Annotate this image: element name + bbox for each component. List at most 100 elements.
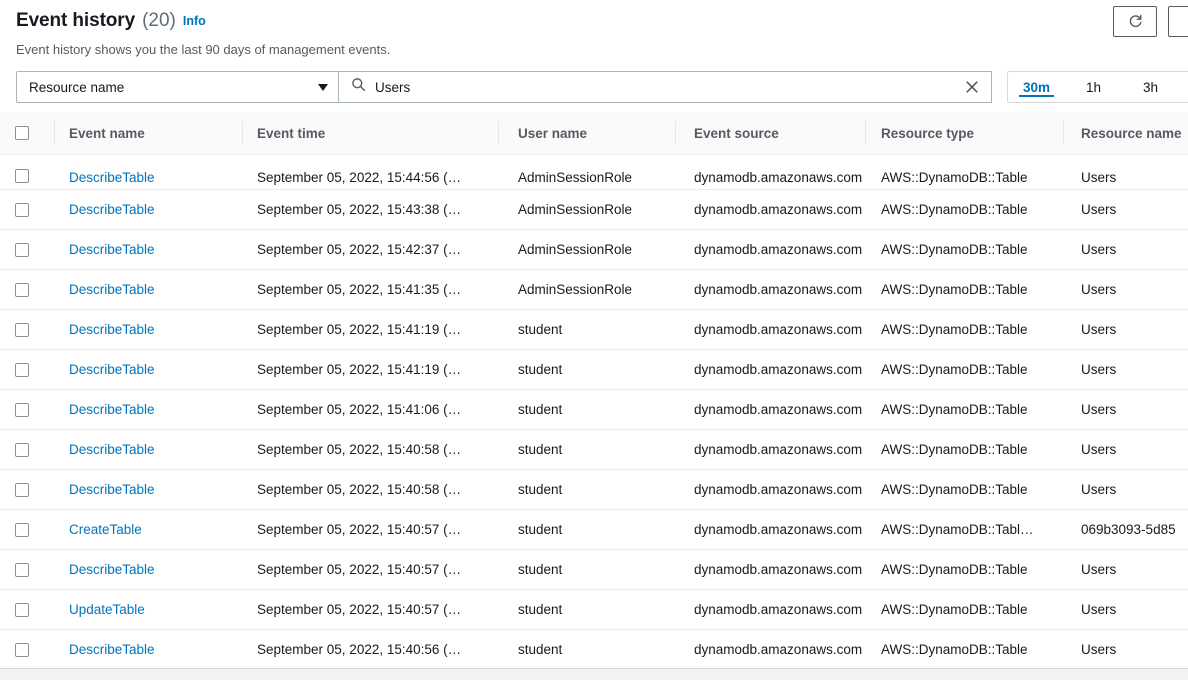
events-table: Event name Event time User name Event so…: [0, 112, 1188, 668]
table-row[interactable]: DescribeTableSeptember 05, 2022, 15:41:0…: [0, 390, 1188, 430]
cell-event-name[interactable]: DescribeTable: [54, 170, 242, 185]
row-select-cell: [0, 630, 54, 668]
row-checkbox[interactable]: [15, 323, 29, 337]
cell-resource-name: Users: [1063, 482, 1188, 497]
cell-user-name: student: [498, 522, 675, 537]
cell-resource-name-text: Users: [1081, 562, 1116, 577]
cell-event-name-text[interactable]: CreateTable: [69, 522, 142, 537]
table-row[interactable]: DescribeTableSeptember 05, 2022, 15:40:5…: [0, 430, 1188, 470]
select-all-checkbox[interactable]: [15, 126, 29, 140]
cell-resource-type: AWS::DynamoDB::Table: [865, 602, 1063, 617]
table-row[interactable]: CreateTable September 05, 2022, 15:40:57 …: [0, 510, 1188, 550]
cell-event-name[interactable]: DescribeTable: [54, 402, 242, 417]
row-checkbox[interactable]: [15, 169, 29, 183]
cell-event-name[interactable]: DescribeTable: [54, 202, 242, 217]
cell-event-name[interactable]: CreateTable: [54, 522, 242, 537]
search-input[interactable]: [375, 80, 954, 95]
cell-event-source: dynamodb.amazonaws.com: [675, 482, 865, 497]
cell-event-name-text[interactable]: DescribeTable: [69, 642, 155, 657]
column-header-resource-name[interactable]: Resource name: [1063, 112, 1188, 154]
secondary-action-button[interactable]: [1168, 6, 1188, 37]
cell-event-time-text: September 05, 2022, 15:44:56 (…: [257, 170, 461, 185]
cell-resource-name: Users: [1063, 642, 1188, 657]
cell-user-name-text: AdminSessionRole: [518, 170, 632, 185]
cell-event-name-text[interactable]: DescribeTable: [69, 562, 155, 577]
cell-event-name-text[interactable]: DescribeTable: [69, 442, 155, 457]
column-header-event-time[interactable]: Event time: [242, 112, 498, 154]
table-row[interactable]: DescribeTableSeptember 05, 2022, 15:41:1…: [0, 350, 1188, 390]
cell-resource-name-text: 069b3093-5d85: [1081, 522, 1176, 537]
info-link[interactable]: Info: [183, 14, 206, 28]
cell-event-time: September 05, 2022, 15:44:56 (…: [242, 170, 498, 185]
cell-user-name: student: [498, 322, 675, 337]
cell-event-time: September 05, 2022, 15:41:35 (…: [242, 282, 498, 297]
row-checkbox[interactable]: [15, 403, 29, 417]
time-range-3h[interactable]: 3h: [1122, 72, 1179, 102]
cell-user-name: student: [498, 402, 675, 417]
cell-resource-name: 069b3093-5d85: [1063, 522, 1188, 537]
time-range-1h[interactable]: 1h: [1065, 72, 1122, 102]
cell-event-name-text[interactable]: DescribeTable: [69, 482, 155, 497]
cell-event-source-text: dynamodb.amazonaws.com: [694, 442, 862, 457]
cell-event-name[interactable]: DescribeTable: [54, 282, 242, 297]
clear-search-icon[interactable]: [963, 78, 981, 96]
property-filter-select[interactable]: Resource name: [16, 71, 339, 103]
cell-event-name[interactable]: UpdateTable: [54, 602, 242, 617]
table-row[interactable]: DescribeTableSeptember 05, 2022, 15:40:5…: [0, 550, 1188, 590]
cell-event-name[interactable]: DescribeTable: [54, 642, 242, 657]
cell-event-source: dynamodb.amazonaws.com: [675, 242, 865, 257]
cell-event-time: September 05, 2022, 15:40:57 (…: [242, 522, 498, 537]
cell-event-name-text[interactable]: DescribeTable: [69, 282, 155, 297]
table-row[interactable]: DescribeTableSeptember 05, 2022, 15:40:5…: [0, 630, 1188, 668]
cell-event-name-text[interactable]: DescribeTable: [69, 402, 155, 417]
cell-event-name[interactable]: DescribeTable: [54, 442, 242, 457]
cell-resource-type: AWS::DynamoDB::Table: [865, 170, 1063, 185]
cell-user-name: AdminSessionRole: [498, 282, 675, 297]
table-row[interactable]: DescribeTable September 05, 2022, 15:40:5…: [0, 470, 1188, 510]
row-checkbox[interactable]: [15, 203, 29, 217]
cell-user-name-text: student: [518, 442, 562, 457]
row-checkbox[interactable]: [15, 443, 29, 457]
cell-event-time: September 05, 2022, 15:40:58 (…: [242, 482, 498, 497]
table-row[interactable]: DescribeTableSeptember 05, 2022, 15:42:3…: [0, 230, 1188, 270]
cell-event-name[interactable]: DescribeTable: [54, 362, 242, 377]
cell-event-name[interactable]: DescribeTable: [54, 482, 242, 497]
row-checkbox[interactable]: [15, 483, 29, 497]
column-header-user-name[interactable]: User name: [498, 112, 675, 154]
cell-resource-name: Users: [1063, 242, 1188, 257]
cell-user-name-text: student: [518, 562, 562, 577]
refresh-icon: [1128, 14, 1143, 29]
cell-resource-name-text: Users: [1081, 442, 1116, 457]
table-row[interactable]: DescribeTableSeptember 05, 2022, 15:41:1…: [0, 310, 1188, 350]
row-checkbox[interactable]: [15, 523, 29, 537]
cell-event-name-text[interactable]: DescribeTable: [69, 170, 155, 185]
cell-event-name-text[interactable]: DescribeTable: [69, 322, 155, 337]
table-row[interactable]: UpdateTableSeptember 05, 2022, 15:40:57 …: [0, 590, 1188, 630]
cell-event-name-text[interactable]: DescribeTable: [69, 362, 155, 377]
cell-user-name-text: student: [518, 522, 562, 537]
cell-event-name[interactable]: DescribeTable: [54, 242, 242, 257]
search-box[interactable]: [339, 71, 992, 103]
row-checkbox[interactable]: [15, 603, 29, 617]
cell-event-name[interactable]: DescribeTable: [54, 322, 242, 337]
cell-event-name[interactable]: DescribeTable: [54, 562, 242, 577]
row-checkbox[interactable]: [15, 243, 29, 257]
cell-resource-type: AWS::DynamoDB::Table: [865, 642, 1063, 657]
row-checkbox[interactable]: [15, 283, 29, 297]
column-header-event-source[interactable]: Event source: [675, 112, 865, 154]
table-footer-strip: [0, 668, 1188, 680]
refresh-button[interactable]: [1113, 6, 1157, 37]
row-checkbox[interactable]: [15, 363, 29, 377]
time-range-30m[interactable]: 30m: [1008, 72, 1065, 102]
row-checkbox[interactable]: [15, 563, 29, 577]
column-header-resource-type[interactable]: Resource type: [865, 112, 1063, 154]
table-row[interactable]: DescribeTable September 05, 2022, 15:41:3…: [0, 270, 1188, 310]
table-row[interactable]: DescribeTableSeptember 05, 2022, 15:43:3…: [0, 190, 1188, 230]
column-header-event-name[interactable]: Event name: [54, 112, 242, 154]
row-checkbox[interactable]: [15, 643, 29, 657]
cell-resource-type: AWS::DynamoDB::Table: [865, 482, 1063, 497]
cell-event-name-text[interactable]: DescribeTable: [69, 242, 155, 257]
cell-event-name-text[interactable]: DescribeTable: [69, 202, 155, 217]
cell-event-name-text[interactable]: UpdateTable: [69, 602, 145, 617]
table-row[interactable]: DescribeTable September 05, 2022, 15:44:5…: [0, 155, 1188, 190]
